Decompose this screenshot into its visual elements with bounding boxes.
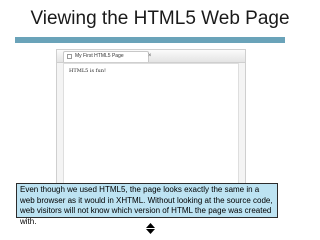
tab-close-icon[interactable]: ×	[148, 53, 152, 59]
page-icon	[67, 54, 72, 59]
slide-title: Viewing the HTML5 Web Page	[30, 8, 290, 29]
browser-tab-title: My First HTML5 Page	[75, 53, 124, 59]
browser-tab[interactable]: My First HTML5 Page ×	[63, 51, 152, 62]
navigation-arrows-icon[interactable]	[144, 223, 157, 234]
page-content-text: HTML5 is fun!	[69, 68, 106, 74]
caption-box: Even though we used HTML5, the page look…	[16, 183, 278, 226]
browser-tab-bar: My First HTML5 Page ×	[57, 50, 245, 63]
title-divider	[15, 37, 285, 43]
